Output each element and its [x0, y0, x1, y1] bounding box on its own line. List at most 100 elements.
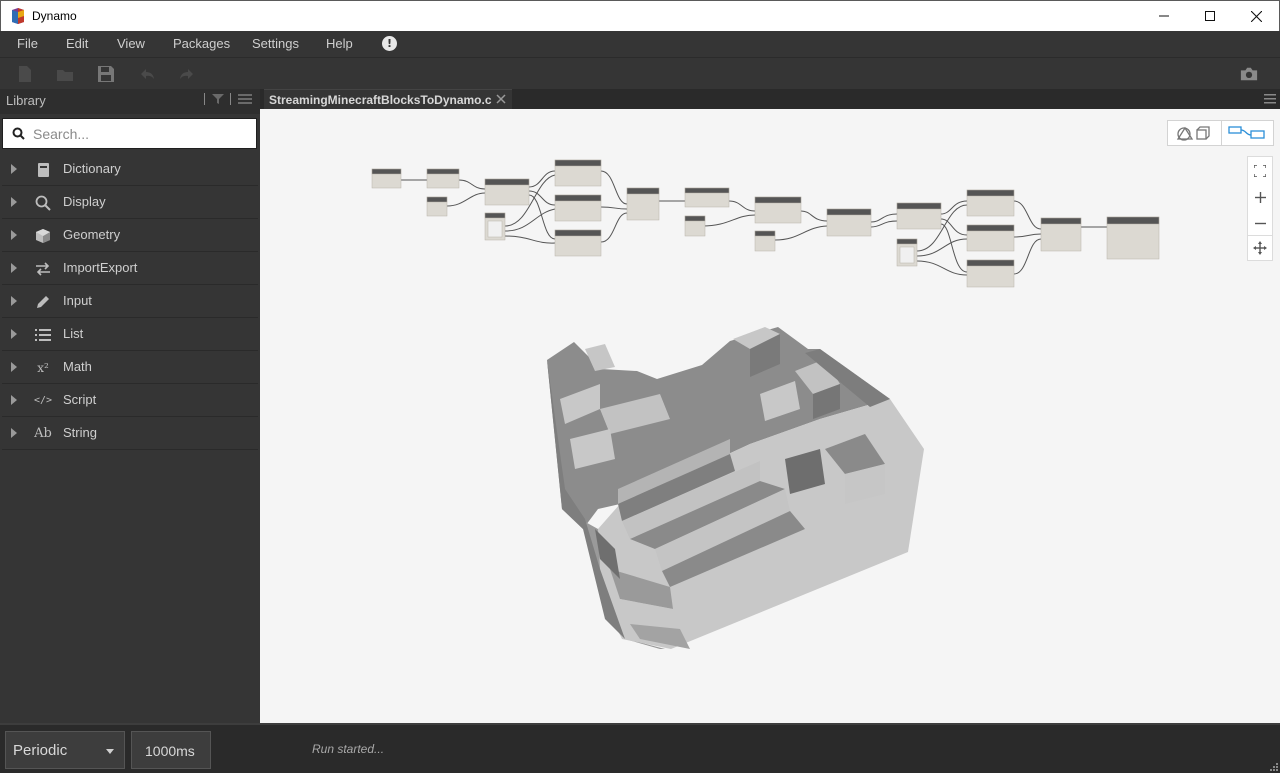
expand-arrow-icon[interactable]: [11, 362, 17, 372]
library-category-display[interactable]: Display: [2, 186, 258, 219]
graph-view-button[interactable]: [1220, 121, 1274, 145]
graph-node[interactable]: [754, 196, 802, 224]
library-category-label: Display: [63, 194, 106, 209]
library-tools: [204, 93, 252, 105]
search-icon: [35, 195, 51, 211]
graph-node[interactable]: [426, 168, 460, 189]
library-category-script[interactable]: </> Script: [2, 384, 258, 417]
run-mode-select[interactable]: Periodic: [5, 731, 125, 769]
x-squared-icon: x²: [37, 361, 49, 375]
search-icon: [12, 127, 25, 140]
filter-icon[interactable]: [212, 93, 224, 105]
search-input[interactable]: [33, 124, 248, 144]
expand-arrow-icon[interactable]: [11, 230, 17, 240]
geometry-view-button[interactable]: [1168, 121, 1221, 145]
minecraft-blocks-preview: [547, 327, 924, 649]
zoom-in-icon: [1254, 191, 1266, 203]
menu-file[interactable]: File: [17, 36, 38, 51]
open-file-icon[interactable]: [56, 65, 74, 83]
library-category-label: Dictionary: [63, 161, 121, 176]
graph-node[interactable]: [966, 224, 1015, 252]
menu-bar: File Edit View Packages Settings Help !: [0, 31, 1280, 57]
graph-node[interactable]: [684, 215, 706, 237]
redo-icon[interactable]: [178, 65, 196, 83]
graph-node[interactable]: [1106, 216, 1160, 260]
run-bar: Periodic 1000ms Run started...: [0, 723, 1280, 773]
graph-node[interactable]: [966, 189, 1015, 217]
close-tab-icon[interactable]: [495, 93, 507, 105]
tab-menu-icon[interactable]: [1264, 93, 1276, 104]
graph-node[interactable]: [896, 238, 918, 267]
zoom-out-button[interactable]: [1248, 211, 1272, 235]
save-icon[interactable]: [97, 65, 115, 83]
graph-node[interactable]: [554, 159, 602, 187]
library-category-geometry[interactable]: Geometry: [2, 219, 258, 252]
menu-help[interactable]: Help: [326, 36, 353, 51]
pan-button[interactable]: [1247, 235, 1273, 261]
zoom-in-button[interactable]: [1248, 185, 1272, 209]
graph-view-icon: [1228, 126, 1265, 139]
graph-node[interactable]: [484, 178, 530, 206]
zoom-out-icon: [1254, 222, 1266, 224]
graph-node[interactable]: [684, 187, 730, 208]
undo-icon[interactable]: [138, 65, 156, 83]
graph-nodes: [371, 159, 1160, 288]
graph-node[interactable]: [484, 212, 506, 241]
menu-edit[interactable]: Edit: [66, 36, 88, 51]
library-title: Library: [6, 93, 46, 108]
view-mode-toggle: [1167, 120, 1274, 146]
menu-view[interactable]: View: [117, 36, 145, 51]
title-bar: Dynamo: [0, 0, 1280, 31]
expand-arrow-icon[interactable]: [11, 296, 17, 306]
expand-arrow-icon[interactable]: [11, 395, 17, 405]
maximize-button[interactable]: [1187, 1, 1233, 31]
workspace-tab[interactable]: StreamingMinecraftBlocksToDynamo.c: [264, 89, 512, 109]
graph-node[interactable]: [896, 202, 942, 230]
graph-node[interactable]: [554, 194, 602, 222]
graph-node[interactable]: [426, 196, 448, 217]
library-category-list[interactable]: List: [2, 318, 258, 351]
library-category-math[interactable]: x² Math: [2, 351, 258, 384]
ab-icon: Ab: [34, 426, 52, 441]
graph-node[interactable]: [554, 229, 602, 257]
expand-arrow-icon[interactable]: [11, 263, 17, 273]
camera-icon[interactable]: [1240, 65, 1258, 83]
graph-node[interactable]: [1040, 217, 1082, 252]
close-button[interactable]: [1233, 1, 1279, 31]
pan-icon: [1253, 241, 1267, 255]
graph-node[interactable]: [754, 230, 776, 252]
library-header: Library: [0, 89, 260, 114]
library-category-input[interactable]: Input: [2, 285, 258, 318]
graph-node[interactable]: [626, 187, 660, 221]
exclamation-icon[interactable]: !: [382, 36, 397, 51]
pencil-icon: [37, 296, 49, 308]
graph-node[interactable]: [371, 168, 402, 189]
expand-arrow-icon[interactable]: [11, 428, 17, 438]
library-category-importexport[interactable]: ImportExport: [2, 252, 258, 285]
toolbar: [0, 57, 1280, 89]
graph-node[interactable]: [826, 208, 872, 237]
library-category-label: ImportExport: [63, 260, 138, 275]
new-file-icon[interactable]: [16, 65, 34, 83]
expand-arrow-icon[interactable]: [11, 164, 17, 174]
library-category-label: Script: [63, 392, 97, 407]
menu-settings[interactable]: Settings: [252, 36, 299, 51]
library-search-box[interactable]: [2, 118, 257, 149]
dictionary-icon: [38, 163, 49, 177]
close-icon: [1250, 10, 1262, 22]
library-category-dictionary[interactable]: Dictionary: [2, 153, 258, 186]
resize-grip-icon[interactable]: [1268, 761, 1278, 771]
minimize-button[interactable]: [1141, 1, 1187, 31]
menu-packages[interactable]: Packages: [173, 36, 230, 51]
library-category-string[interactable]: Ab String: [2, 417, 258, 450]
run-interval-input[interactable]: 1000ms: [131, 731, 211, 769]
minimize-icon: [1159, 15, 1169, 17]
expand-arrow-icon[interactable]: [11, 329, 17, 339]
workspace-canvas[interactable]: [260, 109, 1280, 723]
fit-to-screen-button[interactable]: [1248, 159, 1272, 183]
maximize-icon: [1205, 11, 1215, 21]
expand-arrow-icon[interactable]: [11, 197, 17, 207]
zoom-controls: [1247, 156, 1273, 238]
graph-node[interactable]: [966, 259, 1015, 288]
library-view-list-icon[interactable]: [238, 93, 252, 105]
